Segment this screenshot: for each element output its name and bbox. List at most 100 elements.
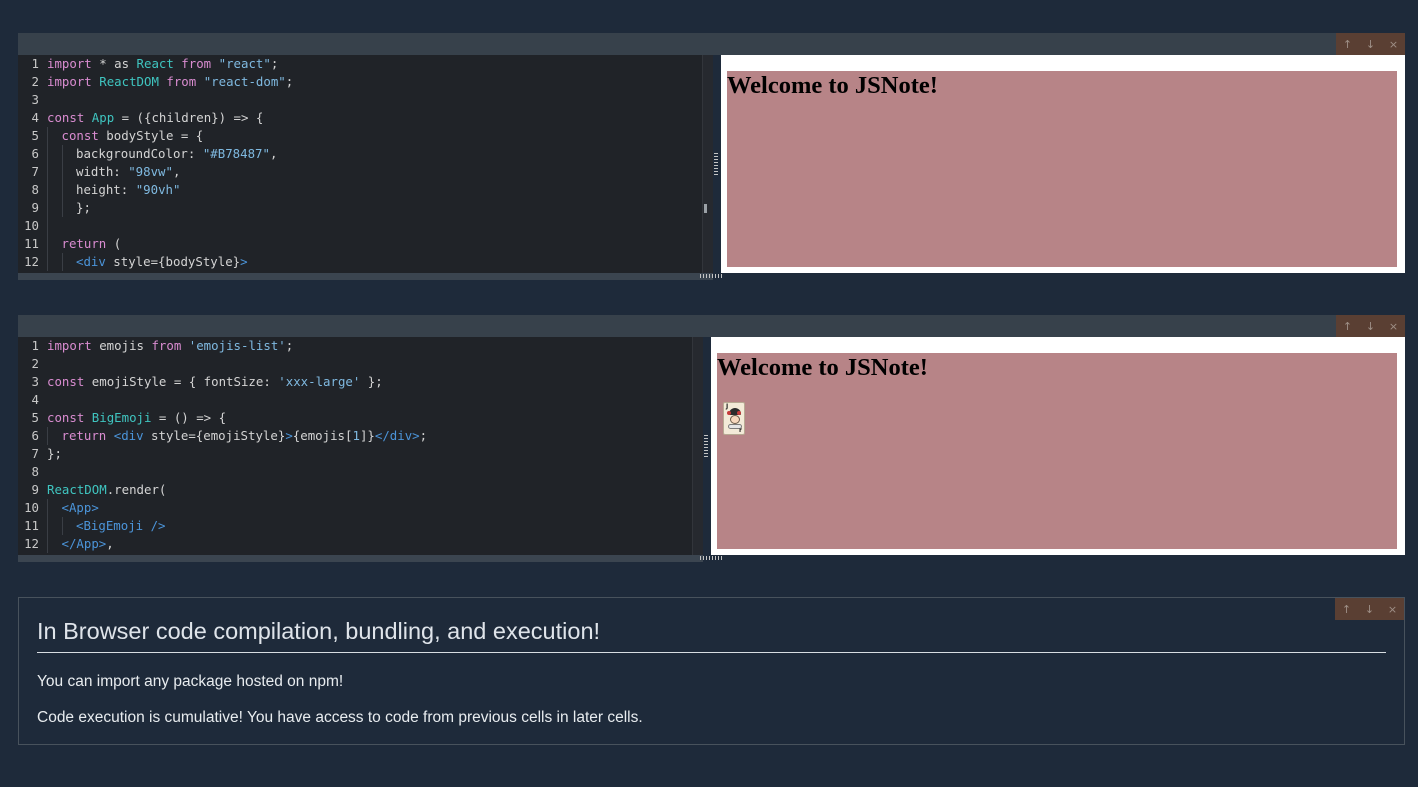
cell-toolbar: ↑ ↓ × bbox=[18, 33, 1405, 55]
delete-cell-button[interactable]: × bbox=[1384, 316, 1404, 336]
delete-cell-button[interactable]: × bbox=[1383, 599, 1403, 619]
code-token: const bbox=[47, 410, 85, 425]
code-token: ; bbox=[270, 56, 279, 71]
code-line: 2 import ReactDOM from "react-dom"; bbox=[18, 73, 703, 91]
code-token: bodyStyle = { bbox=[98, 128, 204, 143]
code-token: .render( bbox=[106, 482, 167, 497]
move-down-button[interactable]: ↓ bbox=[1360, 599, 1380, 619]
code-line: 7 width: "98vw", bbox=[18, 163, 703, 181]
horizontal-resize-handle[interactable] bbox=[700, 274, 722, 278]
code-line: 12 </App>, bbox=[18, 535, 693, 553]
cell-actions: ↑ ↓ × bbox=[1336, 315, 1405, 337]
code-line: 5 const bodyStyle = { bbox=[18, 127, 703, 145]
indent-guide bbox=[62, 517, 63, 535]
close-icon: × bbox=[1387, 602, 1398, 616]
code-line: 1 import emojis from 'emojis-list'; bbox=[18, 337, 693, 355]
move-down-button[interactable]: ↓ bbox=[1361, 316, 1381, 336]
line-number: 2 bbox=[31, 356, 39, 371]
line-number: 1 bbox=[31, 56, 39, 71]
card-corner-mark: r bbox=[739, 427, 742, 434]
indent-guide bbox=[47, 517, 48, 535]
editor-scrollbar[interactable] bbox=[692, 337, 703, 555]
indent-guide bbox=[62, 163, 63, 181]
code-token: ( bbox=[106, 236, 122, 251]
indent-guide bbox=[47, 217, 48, 235]
line-number: 6 bbox=[31, 428, 39, 443]
preview-iframe: Welcome to JSNote! J r bbox=[711, 337, 1405, 555]
indent-guide bbox=[47, 127, 48, 145]
code-editor[interactable]: 1 import emojis from 'emojis-list'; 2 3 cons… bbox=[18, 337, 703, 555]
code-token: emojiStyle = { fontSize: bbox=[84, 374, 279, 389]
line-number: 5 bbox=[31, 410, 39, 425]
code-token: = () => { bbox=[151, 410, 227, 425]
code-cell-1: ↑ ↓ × 1 import * as React from "react"; 2 i… bbox=[18, 33, 1405, 280]
jester-bell bbox=[737, 411, 741, 415]
scrollbar-marker bbox=[704, 204, 707, 213]
code-line: 8 bbox=[18, 463, 693, 481]
code-token: </div> bbox=[374, 428, 420, 443]
code-line: 11 <BigEmoji /> bbox=[18, 517, 693, 535]
indent-guide bbox=[47, 181, 48, 199]
code-token: = ({children}) => { bbox=[114, 110, 264, 125]
code-text: backgroundColor: "#B78487", bbox=[76, 145, 277, 163]
preview-heading: Welcome to JSNote! bbox=[727, 72, 938, 99]
code-text: </App>, bbox=[62, 535, 114, 553]
code-line: 6 backgroundColor: "#B78487", bbox=[18, 145, 703, 163]
arrow-up-icon: ↑ bbox=[1342, 319, 1353, 333]
code-token: <div bbox=[113, 428, 144, 443]
delete-cell-button[interactable]: × bbox=[1384, 34, 1404, 54]
line-number: 9 bbox=[31, 482, 39, 497]
code-token: backgroundColor: bbox=[76, 146, 203, 161]
code-token: const bbox=[61, 128, 99, 143]
code-token: , bbox=[106, 536, 114, 551]
code-token: "98vw" bbox=[128, 164, 173, 179]
code-token: style={emojiStyle} bbox=[143, 428, 286, 443]
indent-guide bbox=[62, 181, 63, 199]
code-line: 5 const BigEmoji = () => { bbox=[18, 409, 693, 427]
editor-horizontal-scrollbar[interactable] bbox=[18, 555, 703, 562]
code-editor[interactable]: 1 import * as React from "react"; 2 import … bbox=[18, 55, 713, 273]
horizontal-resize-handle[interactable] bbox=[700, 556, 722, 560]
code-token: ; bbox=[285, 338, 294, 353]
line-number: 10 bbox=[24, 500, 39, 515]
move-up-button[interactable]: ↑ bbox=[1337, 599, 1357, 619]
code-token: import bbox=[47, 338, 92, 353]
code-text: return <div style={emojiStyle}>{emojis[1… bbox=[62, 427, 428, 445]
code-token: React bbox=[136, 56, 174, 71]
code-token: </App> bbox=[61, 536, 107, 551]
line-number: 7 bbox=[31, 164, 39, 179]
code-token: }; bbox=[76, 200, 91, 215]
preview-iframe: Welcome to JSNote! bbox=[721, 55, 1405, 273]
move-up-button[interactable]: ↑ bbox=[1338, 34, 1358, 54]
text-cell[interactable]: ↑ ↓ × In Browser code compilation, bundl… bbox=[18, 597, 1405, 745]
arrow-down-icon: ↓ bbox=[1365, 37, 1376, 51]
line-number: 11 bbox=[24, 518, 39, 533]
code-line: 11 return ( bbox=[18, 235, 703, 253]
code-token: }; bbox=[360, 374, 383, 389]
line-number: 2 bbox=[31, 74, 39, 89]
vertical-resize-handle[interactable] bbox=[714, 153, 718, 175]
code-line: 3 bbox=[18, 91, 703, 109]
indent-guide bbox=[62, 199, 63, 217]
code-token: ReactDOM bbox=[47, 482, 107, 497]
code-text: const emojiStyle = { fontSize: 'xxx-larg… bbox=[47, 373, 383, 391]
code-text: import * as React from "react"; bbox=[47, 55, 278, 73]
code-token: <BigEmoji /> bbox=[76, 518, 166, 533]
code-line: 6 return <div style={emojiStyle}>{emojis[… bbox=[18, 427, 693, 445]
code-token: width: bbox=[76, 164, 129, 179]
move-up-button[interactable]: ↑ bbox=[1338, 316, 1358, 336]
arrow-up-icon: ↑ bbox=[1342, 37, 1353, 51]
editor-horizontal-scrollbar[interactable] bbox=[18, 273, 713, 280]
code-token: > bbox=[240, 254, 248, 269]
vertical-resize-handle[interactable] bbox=[704, 435, 708, 457]
editor-scrollbar[interactable] bbox=[702, 55, 713, 273]
indent-guide bbox=[47, 253, 48, 271]
move-down-button[interactable]: ↓ bbox=[1361, 34, 1381, 54]
code-line: 9 ReactDOM.render( bbox=[18, 481, 693, 499]
card-corner-mark: J bbox=[726, 403, 729, 410]
code-line: 9}; bbox=[18, 199, 703, 217]
arrow-up-icon: ↑ bbox=[1341, 602, 1352, 616]
close-icon: × bbox=[1388, 37, 1399, 51]
indent-guide bbox=[47, 163, 48, 181]
code-token: const bbox=[47, 110, 85, 125]
